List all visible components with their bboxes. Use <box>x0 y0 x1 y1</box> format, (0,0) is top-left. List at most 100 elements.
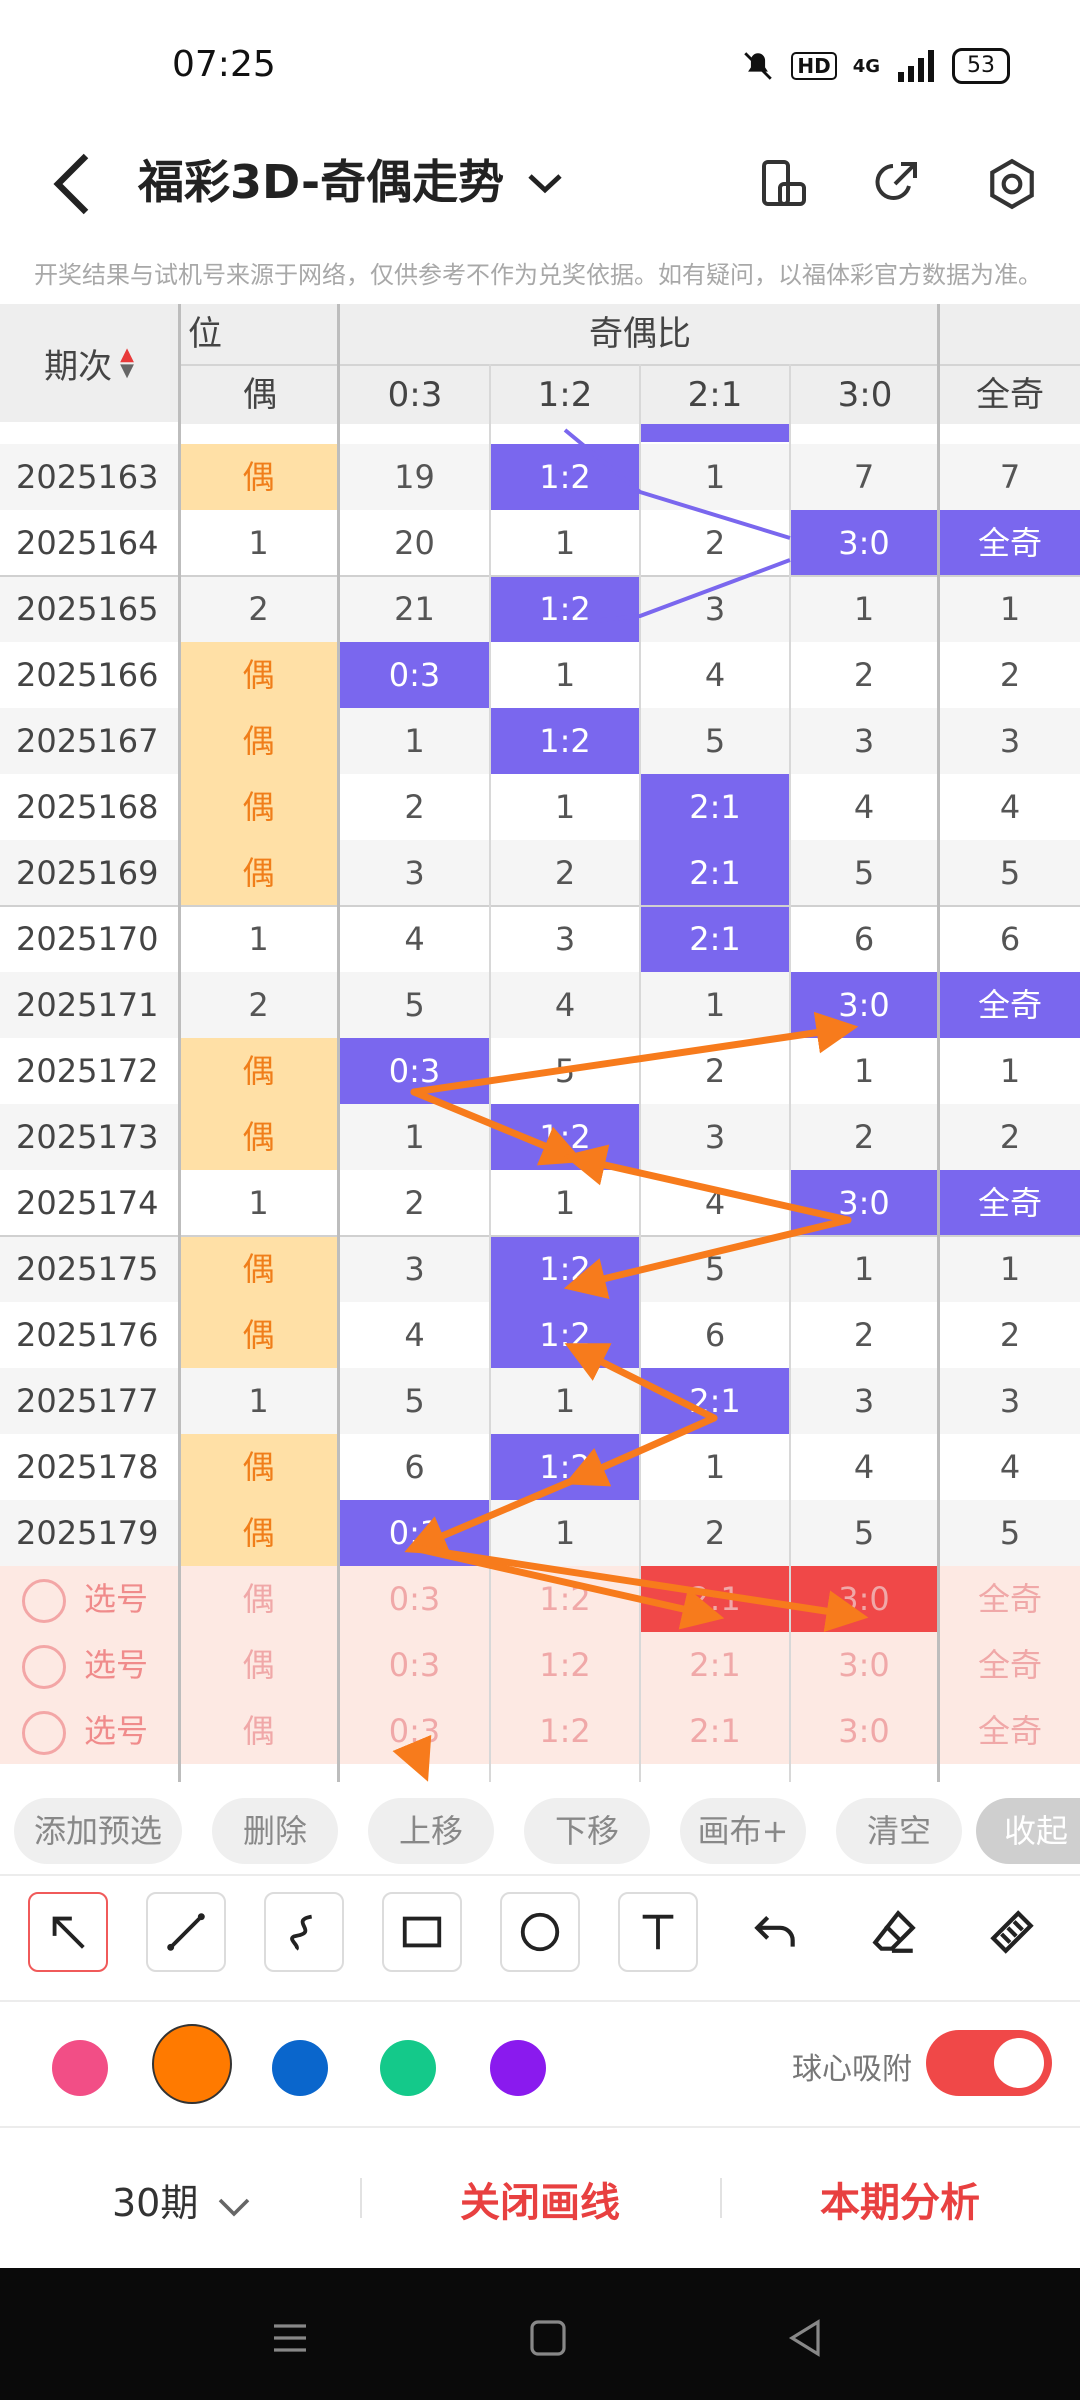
undo-button[interactable] <box>736 1892 816 1972</box>
ratio-2-1-cell: 3 <box>704 590 726 628</box>
ratio-3-0-cell[interactable]: 3:0 <box>791 1632 937 1698</box>
curve-tool-button[interactable] <box>264 1892 344 1972</box>
period-cell: 2025169 <box>16 854 159 892</box>
canvas-plus-button[interactable]: 画布+ <box>680 1798 806 1864</box>
period-analysis-button[interactable]: 本期分析 <box>820 2170 980 2228</box>
period-cell: 2025168 <box>16 788 159 826</box>
curve-icon <box>290 1914 313 1951</box>
ratio-2-1-cell: 6 <box>704 1316 726 1354</box>
radio-circle-icon[interactable] <box>22 1711 66 1755</box>
even-cell: 偶 <box>180 1434 337 1500</box>
even-cell[interactable]: 偶 <box>180 1698 337 1764</box>
delete-button[interactable]: 删除 <box>212 1798 338 1864</box>
color-swatch-orange[interactable] <box>152 2024 232 2104</box>
allodd-cell[interactable]: 全奇 <box>940 1632 1080 1698</box>
color-swatch-purple[interactable] <box>490 2040 546 2096</box>
ratio-1-2-cell: 1:2 <box>491 444 639 510</box>
settings-button[interactable] <box>972 144 1052 224</box>
pick-selector[interactable]: 选号 <box>0 1698 178 1764</box>
allodd-cell[interactable]: 全奇 <box>940 1566 1080 1632</box>
period-cell: 2025170 <box>16 920 159 958</box>
period-select[interactable]: 30期 <box>112 2172 252 2227</box>
ratio-1-2-cell[interactable]: 1:2 <box>491 1632 639 1698</box>
ratio-3-0-cell: 6 <box>853 920 875 958</box>
ratio-1-2-cell[interactable]: 1:2 <box>491 1566 639 1632</box>
color-swatch-green[interactable] <box>380 2040 436 2096</box>
ratio-3-0-cell: 2 <box>853 1316 875 1354</box>
ratio-1-2-cell: 1 <box>554 1184 576 1222</box>
move-down-button[interactable]: 下移 <box>524 1798 650 1864</box>
ratio-0-3-cell[interactable]: 0:3 <box>340 1632 489 1698</box>
color-swatch-blue[interactable] <box>272 2040 328 2096</box>
radio-circle-icon[interactable] <box>22 1645 66 1689</box>
collapse-button[interactable]: 收起 <box>976 1798 1080 1864</box>
circle-tool-button[interactable] <box>500 1892 580 1972</box>
pick-selector[interactable]: 选号 <box>0 1566 178 1632</box>
ratio-2-1-cell: 2:1 <box>641 906 789 972</box>
ratio-0-3-cell[interactable]: 0:3 <box>340 1566 489 1632</box>
page-title[interactable]: 福彩3D-奇偶走势 <box>138 146 504 212</box>
sort-icon: ▲ ▼ <box>120 344 134 381</box>
snap-toggle[interactable] <box>926 2030 1052 2096</box>
ratio-2-1-cell: 5 <box>704 722 726 760</box>
close-lines-button[interactable]: 关闭画线 <box>460 2170 620 2228</box>
period-header[interactable]: 期次 ▲ ▼ <box>0 304 178 422</box>
ratio-0-3-cell: 2 <box>404 1184 425 1222</box>
table-row: 2025167 偶 1 1:2 5 3 3 <box>0 708 1080 774</box>
brush-clear-icon <box>990 1910 1034 1954</box>
ratio-1-2-cell: 2 <box>554 854 576 892</box>
circle-icon <box>520 1912 560 1952</box>
share-button[interactable] <box>855 144 935 224</box>
table-row: 2025178 偶 6 1:2 1 4 4 <box>0 1434 1080 1500</box>
rotate-screen-icon <box>762 160 806 206</box>
text-tool-button[interactable] <box>618 1892 698 1972</box>
ratio-0-3-cell[interactable]: 0:3 <box>340 1698 489 1764</box>
allodd-cell[interactable]: 全奇 <box>940 1698 1080 1764</box>
pick-row[interactable]: 选号偶 0:3 1:2 2:1 3:0 全奇 <box>0 1566 1080 1632</box>
ratio-3-0-cell[interactable]: 3:0 <box>791 1566 937 1632</box>
allodd-column-header: 全奇 <box>940 364 1080 424</box>
title-dropdown-button[interactable] <box>520 148 570 218</box>
divider <box>720 2178 722 2218</box>
add-preselect-button[interactable]: 添加预选 <box>14 1798 182 1864</box>
pick-label: 选号 <box>84 1646 149 1684</box>
back-button[interactable] <box>46 144 106 224</box>
period-cell: 2025164 <box>16 524 159 562</box>
ratio-0-3-cell: 1 <box>404 1118 425 1156</box>
pick-selector[interactable]: 选号 <box>0 1632 178 1698</box>
allodd-cell: 5 <box>999 1514 1021 1552</box>
ratio-1-2-cell[interactable]: 1:2 <box>491 1698 639 1764</box>
menu-nav-button[interactable] <box>260 2308 320 2368</box>
clear-button[interactable]: 清空 <box>836 1798 962 1864</box>
pointer-tool-button[interactable] <box>28 1892 108 1972</box>
pick-row[interactable]: 选号偶 0:3 1:2 2:1 3:0 全奇 <box>0 1632 1080 1698</box>
position-group-label: 位 <box>188 314 222 354</box>
landscape-button[interactable] <box>744 144 824 224</box>
color-swatch-pink[interactable] <box>52 2040 108 2096</box>
back-nav-button[interactable] <box>776 2308 836 2368</box>
ratio-3-0-cell[interactable]: 3:0 <box>791 1698 937 1764</box>
share-icon <box>875 162 917 200</box>
clear-drawing-button[interactable] <box>972 1892 1052 1972</box>
column-divider <box>937 304 940 1782</box>
allodd-cell: 4 <box>999 788 1021 826</box>
ratio-2-1-cell[interactable]: 2:1 <box>641 1566 789 1632</box>
pick-row[interactable]: 选号偶 0:3 1:2 2:1 3:0 全奇 <box>0 1698 1080 1764</box>
home-nav-button[interactable] <box>518 2308 578 2368</box>
table-row: 2025172 偶 0:3 5 2 1 1 <box>0 1038 1080 1104</box>
radio-circle-icon[interactable] <box>22 1579 66 1623</box>
eraser-button[interactable] <box>854 1892 934 1972</box>
ratio-2-1-cell[interactable]: 2:1 <box>641 1698 789 1764</box>
ratio-1-2-cell: 1:2 <box>491 1434 639 1500</box>
line-tool-button[interactable] <box>146 1892 226 1972</box>
table-row: 2025177 1 5 1 2:1 3 3 <box>0 1368 1080 1434</box>
ratio-2-1-cell[interactable]: 2:1 <box>641 1632 789 1698</box>
even-cell[interactable]: 偶 <box>180 1566 337 1632</box>
move-up-button[interactable]: 上移 <box>368 1798 494 1864</box>
rectangle-tool-button[interactable] <box>382 1892 462 1972</box>
even-cell[interactable]: 偶 <box>180 1632 337 1698</box>
ratio-2-1-cell: 2 <box>704 524 726 562</box>
ratio-3-0-cell: 2 <box>853 656 875 694</box>
ratio-3-0-cell: 3:0 <box>791 1170 937 1236</box>
ratio-1-2-cell: 5 <box>554 1052 576 1090</box>
